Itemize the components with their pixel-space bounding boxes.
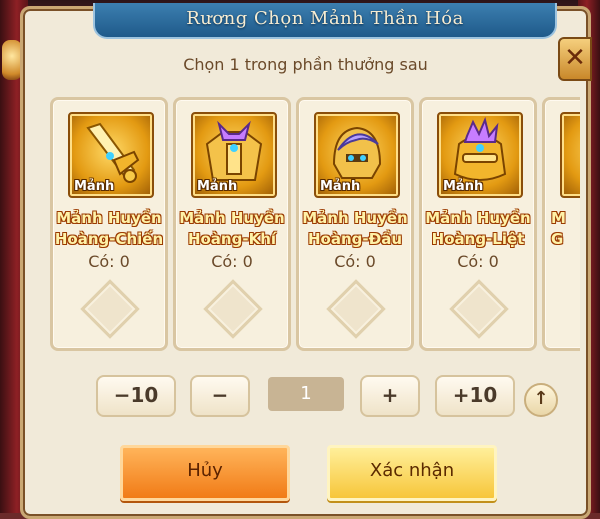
reward-name: Mảnh Huyền Hoàng-Đầu (299, 208, 411, 250)
reward-name-line2: G (551, 230, 564, 248)
golden-armor-icon: Mảnh (191, 112, 277, 198)
golden-helmet-icon: Mảnh (314, 112, 400, 198)
reward-card[interactable]: M G (542, 97, 580, 351)
reward-card[interactable]: Mảnh Mảnh Huyền Hoàng-Liệt Có: 0 (419, 97, 537, 351)
arrow-up-icon: ↑ (533, 388, 549, 409)
reward-name-line1: Mảnh Huyền (179, 209, 285, 227)
select-slot[interactable] (449, 279, 509, 339)
reward-name-line2: Hoàng-Đầu (308, 230, 402, 248)
reward-name-line1: Mảnh Huyền (425, 209, 531, 227)
fragment-badge: Mảnh (74, 179, 115, 194)
select-slot[interactable] (80, 279, 140, 339)
cancel-button[interactable]: Hủy (120, 445, 290, 501)
lantern-icon (2, 40, 22, 80)
reward-name: Mảnh Huyền Hoàng-Khí (176, 208, 288, 250)
plus-ten-button[interactable]: +10 (435, 375, 515, 417)
reward-name: Mảnh Huyền Hoàng-Liệt (422, 208, 534, 250)
fragment-badge: Mảnh (320, 179, 361, 194)
fragment-badge: Mảnh (443, 179, 484, 194)
reward-name: Mảnh Huyền Hoàng-Chiến (53, 208, 165, 250)
owned-count: Có: 0 (88, 252, 130, 271)
reward-select-dialog: Rương Chọn Mảnh Thần Hóa ✕ Chọn 1 trong … (20, 3, 592, 519)
reward-name-line1: M (551, 209, 566, 227)
select-slot[interactable] (326, 279, 386, 339)
dialog-title: Rương Chọn Mảnh Thần Hóa (186, 8, 464, 29)
reward-card[interactable]: Mảnh Mảnh Huyền Hoàng-Chiến Có: 0 (50, 97, 168, 351)
owned-count: Có: 0 (211, 252, 253, 271)
minus-ten-button[interactable]: −10 (96, 375, 176, 417)
fragment-badge: Mảnh (197, 179, 238, 194)
golden-item-icon (560, 112, 580, 198)
golden-sword-icon: Mảnh (68, 112, 154, 198)
reward-name-line1: Mảnh Huyền (56, 209, 162, 227)
quantity-controls: −10 − 1 + +10 ↑ (23, 371, 588, 417)
owned-count: Có: 0 (457, 252, 499, 271)
owned-count: Có: 0 (334, 252, 376, 271)
reward-list: Mảnh Mảnh Huyền Hoàng-Chiến Có: 0 Mảnh M… (50, 97, 580, 351)
confirm-button[interactable]: Xác nhận (327, 445, 497, 501)
max-button[interactable]: ↑ (524, 383, 558, 417)
reward-name-line1: Mảnh Huyền (302, 209, 408, 227)
reward-name-line2: Hoàng-Liệt (431, 230, 525, 248)
reward-name-line2: Hoàng-Chiến (54, 230, 164, 248)
dialog-title-bar: Rương Chọn Mảnh Thần Hóa (93, 3, 557, 39)
quantity-field[interactable]: 1 (268, 377, 344, 411)
reward-name: M G (545, 208, 566, 250)
reward-card[interactable]: Mảnh Mảnh Huyền Hoàng-Khí Có: 0 (173, 97, 291, 351)
dialog-subtitle: Chọn 1 trong phần thưởng sau (183, 55, 428, 74)
reward-card[interactable]: Mảnh Mảnh Huyền Hoàng-Đầu Có: 0 (296, 97, 414, 351)
select-slot[interactable] (203, 279, 263, 339)
plus-button[interactable]: + (360, 375, 420, 417)
reward-name-line2: Hoàng-Khí (187, 230, 277, 248)
golden-gauntlet-icon: Mảnh (437, 112, 523, 198)
minus-button[interactable]: − (190, 375, 250, 417)
